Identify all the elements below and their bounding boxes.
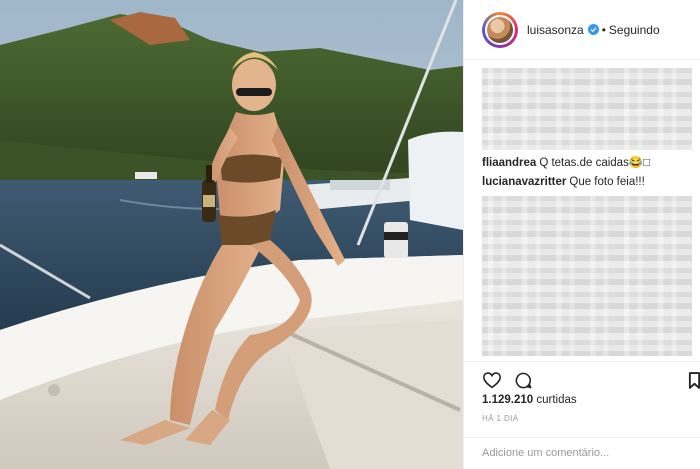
username-link[interactable]: luisasonza <box>527 23 584 37</box>
separator-dot: • <box>601 22 606 37</box>
avatar-image <box>485 14 515 45</box>
comment-username[interactable]: fliaandrea <box>482 157 536 169</box>
comment-input[interactable] <box>482 446 682 459</box>
comment-item: lucianavazritter Que foto feia!!! <box>482 176 645 188</box>
follow-status-button[interactable]: Seguindo <box>609 23 660 37</box>
comment-bubble-icon[interactable] <box>512 369 534 391</box>
add-comment-bar <box>464 437 700 467</box>
comment-item: fliaandrea Q tetas.de caidas😂□ <box>482 155 650 169</box>
post-photo[interactable] <box>0 0 463 469</box>
pixelated-comments-top <box>482 68 692 150</box>
post-details-panel: luisasonza • Seguindo fliaandrea Q tetas.… <box>463 0 700 469</box>
post-actions: 1.129.210 curtidas HÁ 1 DIA <box>464 361 700 466</box>
likes-count[interactable]: 1.129.210 curtidas <box>482 394 577 406</box>
bookmark-icon[interactable] <box>688 369 700 391</box>
pixelated-comments-bottom <box>482 196 692 356</box>
photo-image <box>0 0 463 469</box>
avatar[interactable] <box>482 11 518 48</box>
heart-icon[interactable] <box>481 369 503 391</box>
comment-username[interactable]: lucianavazritter <box>482 176 566 188</box>
post-timestamp[interactable]: HÁ 1 DIA <box>482 414 519 423</box>
post-header: luisasonza • Seguindo <box>464 0 700 60</box>
likes-label: curtidas <box>536 394 577 406</box>
likes-number: 1.129.210 <box>482 394 534 406</box>
comment-text: Que foto feia!!! <box>569 176 645 188</box>
verified-badge-icon <box>587 24 599 35</box>
comment-text: Q tetas.de caidas😂□ <box>539 157 651 169</box>
